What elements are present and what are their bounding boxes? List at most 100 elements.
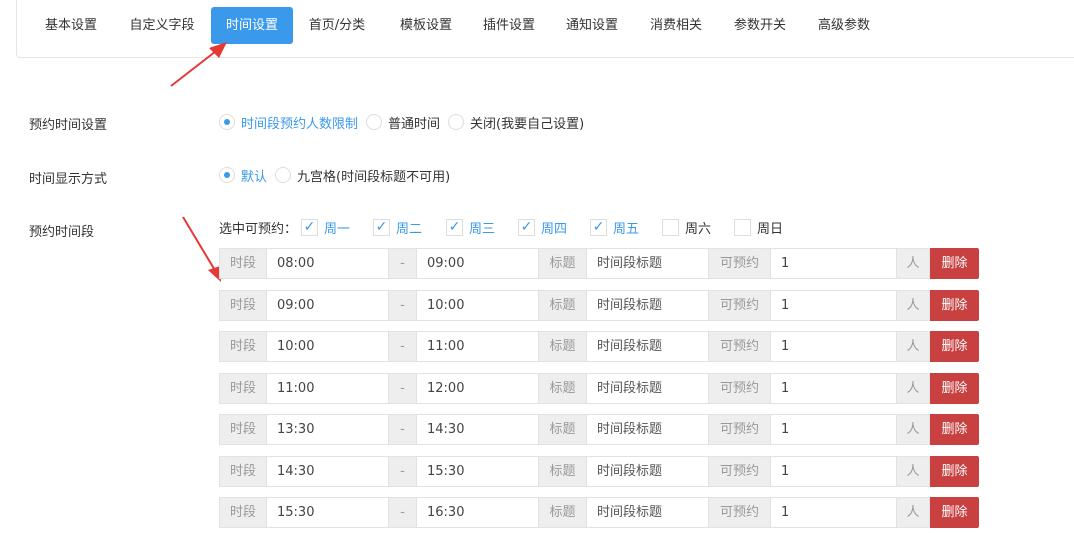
slot-title-input[interactable]: 时间段标题: [587, 248, 709, 279]
weekday-label: 周一: [324, 221, 351, 237]
checkbox-tuesday[interactable]: ✓ 周二: [373, 218, 446, 237]
checkbox-monday[interactable]: ✓ 周一: [301, 218, 373, 237]
radio-unchecked-icon: [275, 167, 292, 183]
time-display-radio-group: 默认 九宫格(时间段标题不可用): [219, 165, 458, 185]
slot-title-input[interactable]: 时间段标题: [587, 373, 709, 404]
capacity-addon: 可预约: [709, 497, 771, 528]
checkbox-wednesday[interactable]: ✓ 周三: [446, 218, 518, 237]
delete-button[interactable]: 删除: [930, 497, 979, 528]
tab-advanced-params[interactable]: 高级参数: [806, 7, 882, 44]
radio-label: 默认: [241, 169, 268, 185]
capacity-input[interactable]: 1: [771, 331, 897, 362]
start-time-input[interactable]: 11:00: [267, 373, 389, 404]
tab-basic-settings[interactable]: 基本设置: [33, 7, 109, 44]
end-time-input[interactable]: 10:00: [417, 290, 539, 321]
radio-label: 时间段预约人数限制: [241, 116, 359, 132]
tab-parameter-switches[interactable]: 参数开关: [722, 7, 798, 44]
end-time-input[interactable]: 15:30: [417, 456, 539, 487]
end-time-input[interactable]: 16:30: [417, 497, 539, 528]
period-addon: 时段: [219, 414, 267, 445]
tab-template-settings[interactable]: 模板设置: [388, 7, 464, 44]
slot-title-input[interactable]: 时间段标题: [587, 497, 709, 528]
period-addon: 时段: [219, 497, 267, 528]
checkbox-sunday[interactable]: 周日: [734, 218, 794, 237]
title-addon: 标题: [539, 414, 587, 445]
delete-button[interactable]: 删除: [930, 414, 979, 445]
delete-button[interactable]: 删除: [930, 456, 979, 487]
tab-time-settings[interactable]: 时间设置: [211, 7, 293, 44]
capacity-input[interactable]: 1: [771, 290, 897, 321]
person-addon: 人: [897, 248, 930, 279]
capacity-input[interactable]: 1: [771, 248, 897, 279]
radio-closed[interactable]: 关闭(我要自己设置): [448, 113, 584, 132]
time-slot-row: 时段 15:30-16:30 标题 时间段标题 可预约 1 人删除: [219, 497, 979, 528]
end-time-input[interactable]: 14:30: [417, 414, 539, 445]
start-time-input[interactable]: 08:00: [267, 248, 389, 279]
delete-button[interactable]: 删除: [930, 248, 979, 279]
title-addon: 标题: [539, 456, 587, 487]
person-addon: 人: [897, 373, 930, 404]
booking-time-setting-label: 预约时间设置: [29, 118, 108, 133]
dash-addon: -: [389, 248, 417, 279]
tab-consumption[interactable]: 消费相关: [638, 7, 714, 44]
person-addon: 人: [897, 456, 930, 487]
radio-unchecked-icon: [448, 114, 465, 130]
checkbox-saturday[interactable]: 周六: [662, 218, 734, 237]
time-slot-row: 时段 09:00-10:00 标题 时间段标题 可预约 1 人删除: [219, 290, 979, 321]
dash-addon: -: [389, 497, 417, 528]
start-time-input[interactable]: 14:30: [267, 456, 389, 487]
checkbox-thursday[interactable]: ✓ 周四: [518, 218, 590, 237]
end-time-input[interactable]: 12:00: [417, 373, 539, 404]
start-time-input[interactable]: 13:30: [267, 414, 389, 445]
slot-title-input[interactable]: 时间段标题: [587, 290, 709, 321]
weekday-label: 周日: [757, 221, 784, 237]
weekday-label: 周五: [613, 221, 640, 237]
weekday-label: 周四: [541, 221, 568, 237]
slot-title-input[interactable]: 时间段标题: [587, 414, 709, 445]
capacity-addon: 可预约: [709, 331, 771, 362]
capacity-addon: 可预约: [709, 456, 771, 487]
slot-title-input[interactable]: 时间段标题: [587, 456, 709, 487]
radio-nine-grid[interactable]: 九宫格(时间段标题不可用): [275, 166, 450, 185]
capacity-input[interactable]: 1: [771, 456, 897, 487]
delete-button[interactable]: 删除: [930, 331, 979, 362]
time-slot-row: 时段 10:00-11:00 标题 时间段标题 可预约 1 人删除: [219, 331, 979, 362]
capacity-input[interactable]: 1: [771, 373, 897, 404]
tab-notification-settings[interactable]: 通知设置: [554, 7, 630, 44]
dash-addon: -: [389, 290, 417, 321]
tab-home-category[interactable]: 首页/分类: [299, 7, 375, 44]
delete-button[interactable]: 删除: [930, 290, 979, 321]
end-time-input[interactable]: 09:00: [417, 248, 539, 279]
capacity-input[interactable]: 1: [771, 414, 897, 445]
delete-button[interactable]: 删除: [930, 373, 979, 404]
checkbox-friday[interactable]: ✓ 周五: [590, 218, 662, 237]
radio-label: 九宫格(时间段标题不可用): [297, 169, 451, 185]
title-addon: 标题: [539, 497, 587, 528]
end-time-input[interactable]: 11:00: [417, 331, 539, 362]
capacity-input[interactable]: 1: [771, 497, 897, 528]
radio-label: 关闭(我要自己设置): [470, 116, 585, 132]
radio-normal-time[interactable]: 普通时间: [366, 113, 440, 132]
tab-plugin-settings[interactable]: 插件设置: [471, 7, 547, 44]
period-addon: 时段: [219, 331, 267, 362]
time-slot-row: 时段 08:00-09:00 标题 时间段标题 可预约 1 人删除: [219, 248, 979, 279]
radio-slot-limit[interactable]: 时间段预约人数限制: [219, 113, 358, 132]
start-time-input[interactable]: 10:00: [267, 331, 389, 362]
check-icon: ✓: [301, 218, 319, 236]
checkbox-empty-icon: [734, 218, 752, 236]
slot-title-input[interactable]: 时间段标题: [587, 331, 709, 362]
tab-custom-fields[interactable]: 自定义字段: [117, 7, 207, 44]
check-icon: ✓: [590, 218, 608, 236]
start-time-input[interactable]: 09:00: [267, 290, 389, 321]
weekday-label: 周三: [469, 221, 496, 237]
title-addon: 标题: [539, 373, 587, 404]
radio-label: 普通时间: [388, 116, 441, 132]
time-slot-row: 时段 14:30-15:30 标题 时间段标题 可预约 1 人删除: [219, 456, 979, 487]
period-addon: 时段: [219, 373, 267, 404]
radio-unchecked-icon: [366, 114, 383, 130]
checkbox-empty-icon: [662, 218, 680, 236]
check-icon: ✓: [446, 218, 464, 236]
radio-default[interactable]: 默认: [219, 166, 267, 185]
person-addon: 人: [897, 497, 930, 528]
start-time-input[interactable]: 15:30: [267, 497, 389, 528]
